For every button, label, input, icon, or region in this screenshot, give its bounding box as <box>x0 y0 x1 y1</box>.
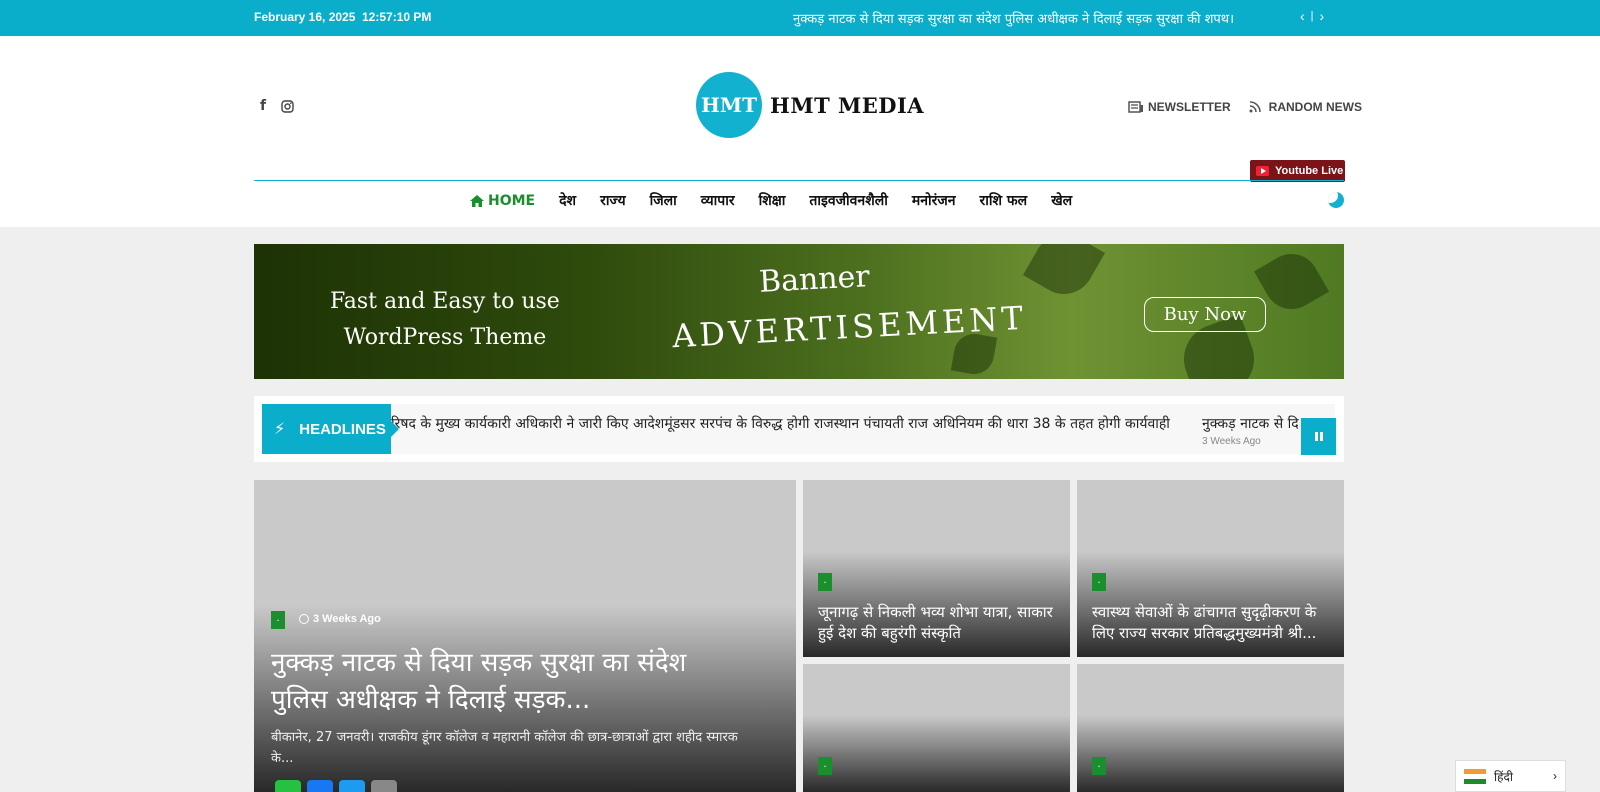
chevron-right-icon: › <box>1553 769 1557 783</box>
ticker-nav: ‹ | › <box>1300 8 1324 24</box>
header-links: NEWSLETTER RANDOM NEWS <box>1128 100 1362 114</box>
pause-icon-bar <box>1319 432 1323 441</box>
headlines-label-text: HEADLINES <box>299 420 386 438</box>
grid-post[interactable]: . जूनागढ़ से निकली भव्य शोभा यात्रा, साक… <box>803 480 1070 657</box>
whatsapp-icon[interactable] <box>275 780 301 792</box>
facebook-share-icon[interactable] <box>307 780 333 792</box>
nav-item-lifestyle[interactable]: ताइवजीवनशैली <box>797 191 899 210</box>
nav-item-jila[interactable]: जिला <box>638 191 689 210</box>
youtube-live-label: Youtube Live <box>1275 165 1344 177</box>
random-news-link[interactable]: RANDOM NEWS <box>1249 100 1362 114</box>
header-divider <box>254 180 1344 181</box>
dark-mode-toggle-icon[interactable] <box>1328 192 1344 208</box>
nav-item-khel[interactable]: खेल <box>1039 191 1084 210</box>
language-switcher[interactable]: हिंदी › <box>1455 760 1566 792</box>
clock-icon <box>299 614 309 624</box>
category-badge[interactable]: . <box>818 757 832 775</box>
post-title[interactable]: स्वास्थ्य सेवाओं के ढांचागत सुदृढ़ीकरण क… <box>1092 602 1337 644</box>
newsletter-label: NEWSLETTER <box>1148 100 1231 114</box>
headline-ticker-item[interactable]: रिषद के मुख्य कार्यकारी अधिकारी ने जारी … <box>391 414 1170 433</box>
post-title[interactable]: जूनागढ़ से निकली भव्य शोभा यात्रा, साकार… <box>818 602 1063 644</box>
pause-icon-bar <box>1314 432 1318 441</box>
main-nav: HOME देश राज्य जिला व्यापार शिक्षा ताइवज… <box>470 191 1084 210</box>
headlines-bar: ⚡ HEADLINES रिषद के मुख्य कार्यकारी अधिक… <box>254 396 1344 462</box>
nav-item-rashifal[interactable]: राशि फल <box>968 191 1040 210</box>
category-badge[interactable]: . <box>271 611 285 629</box>
category-badge[interactable]: . <box>818 573 832 591</box>
site-header: f HMT HMT MEDIA NEWSLETTER RANDOM NEWS Y… <box>0 36 1600 227</box>
banner-tagline-line1: Fast and Easy to use <box>330 289 560 314</box>
post-time-ago: 3 Weeks Ago <box>313 613 381 625</box>
nav-item-vyapar[interactable]: व्यापार <box>689 191 747 210</box>
post-meta: 3 Weeks Ago <box>299 613 381 625</box>
post-title[interactable]: नुक्कड़ नाटक से दिया सड़क सुरक्षा का संद… <box>271 645 711 719</box>
category-badge[interactable]: . <box>1092 573 1106 591</box>
post-excerpt: बीकानेर, 27 जनवरी। राजकीय डूंगर कॉलेज व … <box>271 730 738 766</box>
post-overlay <box>1077 715 1344 792</box>
banner-leaf-decoration <box>1023 244 1105 305</box>
ticker-prev-icon[interactable]: ‹ <box>1300 8 1305 24</box>
top-ticker-headline[interactable]: नुक्कड़ नाटक से दिया सड़क सुरक्षा का संद… <box>793 9 1234 27</box>
random-news-label: RANDOM NEWS <box>1268 100 1362 114</box>
headlines-label: ⚡ HEADLINES <box>262 404 399 454</box>
newsletter-icon <box>1128 101 1143 113</box>
india-flag-icon <box>1464 768 1486 784</box>
grid-post[interactable]: . <box>803 664 1070 792</box>
logo-mark: HMT <box>696 72 762 138</box>
headline-time-ago: 3 Weeks Ago <box>1202 436 1261 447</box>
home-icon <box>470 194 484 207</box>
instagram-icon[interactable] <box>280 98 294 114</box>
featured-post[interactable]: . 3 Weeks Ago नुक्कड़ नाटक से दिया सड़क … <box>254 480 796 792</box>
rss-icon <box>1249 101 1263 113</box>
banner-tagline-line2: WordPress Theme <box>343 325 547 350</box>
current-date: February 16, 2025 <box>254 10 356 24</box>
nav-item-home[interactable]: HOME <box>470 191 547 210</box>
grid-post[interactable]: . <box>1077 664 1344 792</box>
social-links: f <box>256 98 294 114</box>
banner-tagline: Fast and Easy to use WordPress Theme <box>330 284 560 356</box>
banner-advertisement[interactable]: Fast and Easy to use WordPress Theme Ban… <box>254 244 1344 379</box>
headlines-pause-button[interactable] <box>1301 418 1336 455</box>
banner-heading: Banner <box>758 259 871 300</box>
nav-item-manoranjan[interactable]: मनोरंजन <box>900 191 968 210</box>
share-buttons <box>275 780 397 792</box>
nav-item-shiksha[interactable]: शिक्षा <box>747 191 798 210</box>
email-icon[interactable] <box>371 780 397 792</box>
nav-item-desh[interactable]: देश <box>547 191 588 210</box>
grid-post[interactable]: . स्वास्थ्य सेवाओं के ढांचागत सुदृढ़ीकरण… <box>1077 480 1344 657</box>
newsletter-link[interactable]: NEWSLETTER <box>1128 100 1231 114</box>
ticker-separator: | <box>1310 10 1314 22</box>
language-label: हिंदी <box>1494 769 1513 784</box>
nav-label-home: HOME <box>488 192 536 209</box>
post-overlay <box>803 715 1070 792</box>
facebook-icon[interactable]: f <box>256 98 270 114</box>
current-time: 12:57:10 PM <box>362 10 432 24</box>
category-badge[interactable]: . <box>1092 757 1106 775</box>
site-logo[interactable]: HMT HMT MEDIA <box>696 72 924 138</box>
top-bar: February 16, 2025 12:57:10 PM नुक्कड़ ना… <box>0 0 1600 36</box>
twitter-icon[interactable] <box>339 780 365 792</box>
ticker-next-icon[interactable]: › <box>1320 8 1325 24</box>
headline-ticker-item[interactable]: नुक्कड़ नाटक से दि <box>1202 414 1299 433</box>
lightning-icon: ⚡ <box>274 421 286 438</box>
logo-text: HMT MEDIA <box>770 92 925 118</box>
headlines-inner: ⚡ HEADLINES रिषद के मुख्य कार्यकारी अधिक… <box>262 404 1335 454</box>
buy-now-button[interactable]: Buy Now <box>1144 297 1266 332</box>
youtube-icon <box>1256 166 1269 176</box>
nav-item-rajya[interactable]: राज्य <box>588 191 637 210</box>
youtube-live-button[interactable]: Youtube Live <box>1250 160 1345 182</box>
